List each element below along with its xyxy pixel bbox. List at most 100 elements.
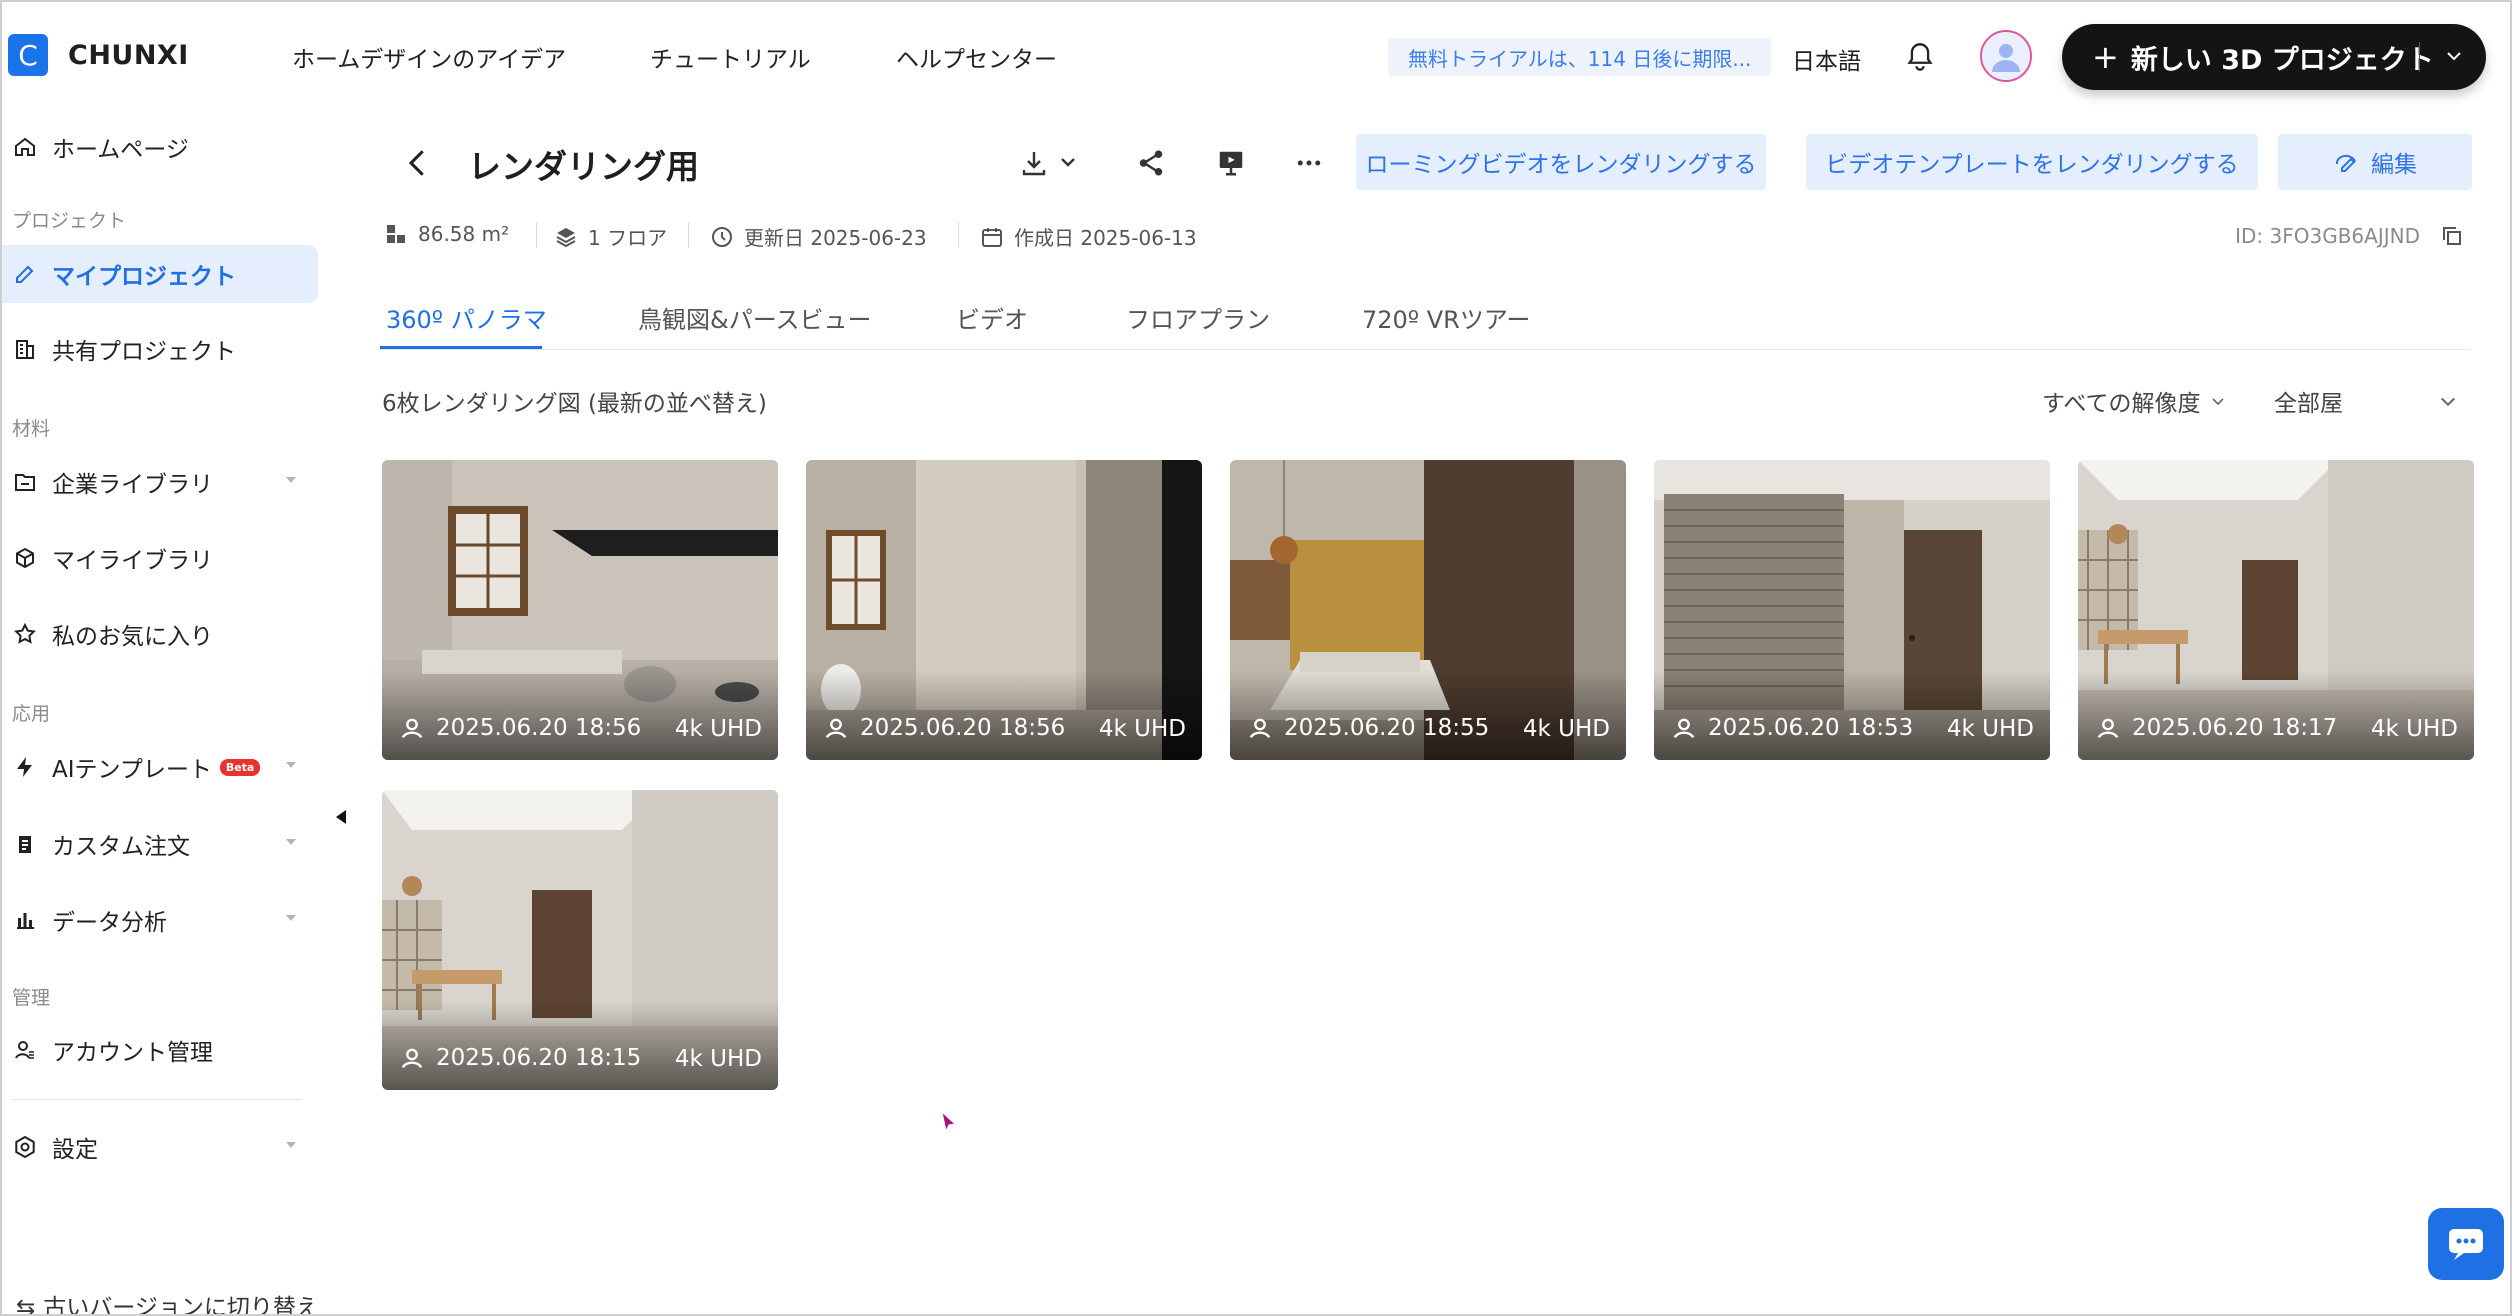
back-arrow-icon[interactable] xyxy=(404,146,432,180)
presentation-icon[interactable] xyxy=(1216,148,1246,178)
sidebar-item-settings[interactable]: 設定 xyxy=(0,1118,318,1176)
bell-icon[interactable] xyxy=(1906,42,1934,72)
calendar-icon xyxy=(982,227,1002,247)
meta-created: 作成日 2025-06-13 xyxy=(980,222,1197,251)
resolution-label: 4k UHD xyxy=(1522,716,1610,742)
resolution-filter[interactable]: すべての解像度 xyxy=(2042,384,2226,418)
expand-arrow-icon[interactable] xyxy=(286,477,296,483)
old-version-label: 古いバージョンに切り替え xyxy=(43,1295,319,1316)
tab-video[interactable]: ビデオ xyxy=(956,300,1028,335)
layers-icon xyxy=(556,227,576,247)
switch-old-version-link[interactable]: ⇆ 古いバージョンに切り替え xyxy=(16,1288,319,1316)
render-card[interactable]: 2025.06.20 18:15 4k UHD xyxy=(382,790,778,1090)
sidebar-item-label: 共有プロジェクト xyxy=(52,339,236,365)
edit-button[interactable]: 編集 xyxy=(2278,134,2472,190)
timestamp-text: 2025.06.20 18:53 xyxy=(1708,715,1914,741)
render-tabs: 360º パノラマ 鳥観図&パースビュー ビデオ フロアプラン 720º VRツ… xyxy=(380,290,2470,350)
resolution-label: 4k UHD xyxy=(1098,716,1186,742)
sidebar-item-label: マイプロジェクト xyxy=(52,264,236,290)
project-id-value: ID: 3FO3GB6AJJND xyxy=(2235,224,2420,248)
sidebar-item-ai-templates[interactable]: AIテンプレート Beta xyxy=(0,738,318,796)
meta-updated: 更新日 2025-06-23 xyxy=(710,222,927,251)
nav-tutorials[interactable]: チュートリアル xyxy=(650,40,811,74)
area-icon xyxy=(387,225,405,243)
clipboard-icon xyxy=(12,831,38,857)
beta-badge: Beta xyxy=(219,758,261,776)
new-3d-project-button[interactable]: + 新しい 3D プロジェクト xyxy=(2062,24,2486,90)
render-timestamp: 2025.06.20 18:53 xyxy=(1670,714,1913,742)
more-icon[interactable] xyxy=(1294,148,1324,178)
sidebar-item-custom-orders[interactable]: カスタム注文 xyxy=(0,815,318,873)
tab-360-panorama[interactable]: 360º パノラマ xyxy=(386,300,547,335)
sidebar-item-label: 企業ライブラリ xyxy=(52,472,213,498)
expand-arrow-icon[interactable] xyxy=(286,1142,296,1148)
timestamp-text: 2025.06.20 18:56 xyxy=(436,715,642,741)
render-timestamp: 2025.06.20 18:56 xyxy=(398,714,641,742)
expand-arrow-icon[interactable] xyxy=(286,915,296,921)
render-card[interactable]: 2025.06.20 18:53 4k UHD xyxy=(1654,460,2050,760)
timestamp-text: 2025.06.20 18:15 xyxy=(436,1045,642,1071)
render-card[interactable]: 2025.06.20 18:56 4k UHD xyxy=(806,460,1202,760)
star-icon xyxy=(12,621,38,647)
sidebar-item-favorites[interactable]: 私のお気に入り xyxy=(0,605,318,663)
tab-birdseye-perspective[interactable]: 鳥観図&パースビュー xyxy=(638,300,872,335)
sidebar-item-home[interactable]: ホームページ xyxy=(0,118,318,176)
room-filter-label: 全部屋 xyxy=(2274,391,2343,417)
floors-value: 1 フロア xyxy=(588,226,668,250)
sidebar-item-data-analysis[interactable]: データ分析 xyxy=(0,891,318,949)
chevron-down-icon xyxy=(2441,397,2455,407)
sidebar-item-label: 設定 xyxy=(52,1137,98,1163)
sidebar-category-admin: 管理 xyxy=(12,987,51,1009)
mouse-cursor-icon xyxy=(940,1110,958,1134)
render-timestamp: 2025.06.20 18:15 xyxy=(398,1044,641,1072)
gear-icon xyxy=(12,1134,38,1160)
sidebar: ホームページ プロジェクト マイプロジェクト 共有プロジェクト 材料 企業ライブ… xyxy=(0,112,320,1316)
render-video-template-button[interactable]: ビデオテンプレートをレンダリングする xyxy=(1806,134,2258,190)
chat-support-button[interactable] xyxy=(2428,1208,2504,1280)
chevron-down-icon xyxy=(2212,398,2225,406)
tab-720-vr-tour[interactable]: 720º VRツアー xyxy=(1362,300,1530,335)
nav-help-center[interactable]: ヘルプセンター xyxy=(896,40,1057,74)
resolution-filter-label: すべての解像度 xyxy=(2042,391,2201,417)
top-bar: C CHUNXI ホームデザインのアイデア チュートリアル ヘルプセンター 無料… xyxy=(0,0,2512,112)
chevron-down-icon[interactable] xyxy=(2442,44,2466,68)
sidebar-item-shared-projects[interactable]: 共有プロジェクト xyxy=(0,320,318,378)
page-title: レンダリング用 xyxy=(468,147,699,186)
meta-separator xyxy=(958,222,959,248)
download-icon[interactable] xyxy=(1020,148,1084,178)
language-selector[interactable]: 日本語 xyxy=(1792,42,1861,76)
clock-icon xyxy=(712,226,732,247)
copy-icon[interactable] xyxy=(2420,224,2464,248)
room-filter[interactable]: 全部屋 xyxy=(2274,384,2458,418)
trial-notice[interactable]: 無料トライアルは、114 日後に期限... xyxy=(1388,38,1771,76)
sidebar-category-material: 材料 xyxy=(12,418,51,440)
timestamp-text: 2025.06.20 18:56 xyxy=(860,715,1066,741)
render-roaming-video-button[interactable]: ローミングビデオをレンダリングする xyxy=(1356,134,1766,190)
app-logo[interactable]: C xyxy=(8,34,48,76)
sidebar-item-label: 私のお気に入り xyxy=(52,624,213,650)
nav-home-design-ideas[interactable]: ホームデザインのアイデア xyxy=(292,40,566,74)
sidebar-item-label: ホームページ xyxy=(52,137,189,163)
sidebar-item-company-library[interactable]: 企業ライブラリ xyxy=(0,453,318,511)
location-pin-icon xyxy=(825,718,847,739)
share-icon[interactable] xyxy=(1136,148,1166,178)
sidebar-item-my-library[interactable]: マイライブラリ xyxy=(0,529,318,587)
resolution-label: 4k UHD xyxy=(2370,716,2458,742)
sidebar-item-my-projects[interactable]: マイプロジェクト xyxy=(0,245,318,303)
sidebar-item-account-management[interactable]: アカウント管理 xyxy=(0,1021,318,1079)
expand-arrow-icon[interactable] xyxy=(286,762,296,768)
bar-chart-icon xyxy=(12,907,38,933)
swap-icon: ⇆ xyxy=(16,1295,36,1316)
sidebar-item-label: AIテンプレート xyxy=(52,757,212,783)
render-card[interactable]: 2025.06.20 18:17 4k UHD xyxy=(2078,460,2474,760)
expand-arrow-icon[interactable] xyxy=(286,839,296,845)
sidebar-item-label: マイライブラリ xyxy=(52,548,213,574)
tab-floor-plan[interactable]: フロアプラン xyxy=(1126,300,1270,335)
sidebar-collapse-icon[interactable] xyxy=(336,810,346,824)
render-timestamp: 2025.06.20 18:17 xyxy=(2094,714,2337,742)
edit-icon xyxy=(2333,150,2359,174)
render-card[interactable]: 2025.06.20 18:55 4k UHD xyxy=(1230,460,1626,760)
brand-name[interactable]: CHUNXI xyxy=(68,40,189,71)
render-card[interactable]: 2025.06.20 18:56 4k UHD xyxy=(382,460,778,760)
user-avatar[interactable] xyxy=(1980,30,2032,82)
